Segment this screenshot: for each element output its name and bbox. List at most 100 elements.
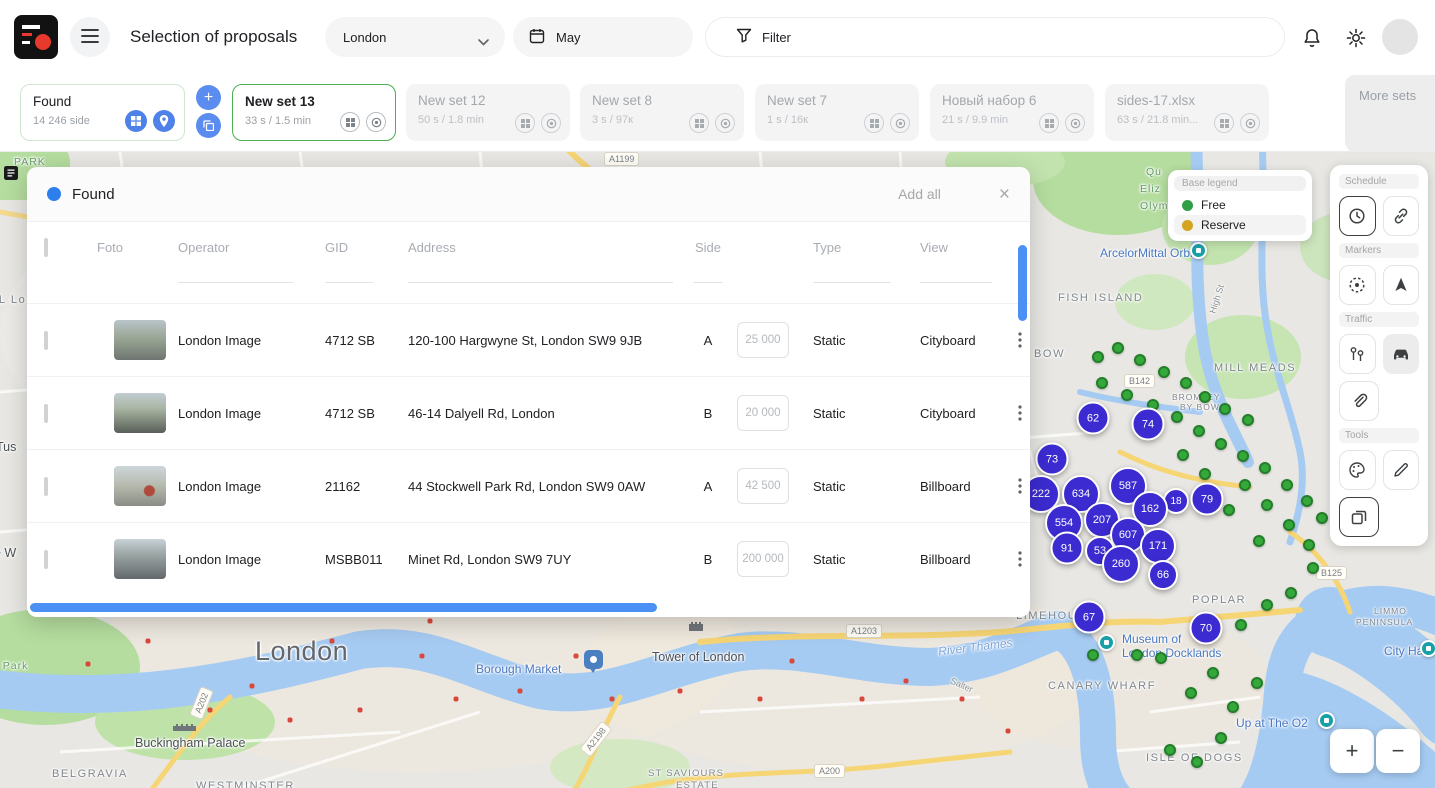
close-icon[interactable]: × (999, 185, 1010, 204)
avatar[interactable] (1382, 19, 1418, 55)
free-side-marker[interactable] (1301, 495, 1313, 507)
borough-market-icon[interactable] (584, 650, 603, 669)
cell-price[interactable]: 200 000 (737, 541, 789, 577)
city-select[interactable]: London (325, 17, 505, 57)
free-side-marker[interactable] (1134, 354, 1146, 366)
set-target-icon[interactable] (541, 113, 561, 133)
free-side-marker[interactable] (1251, 677, 1263, 689)
free-side-marker[interactable] (1237, 450, 1249, 462)
select-all-checkbox[interactable] (44, 238, 48, 257)
app-logo[interactable] (14, 15, 58, 59)
city-hall-icon[interactable] (1420, 640, 1435, 657)
traffic-light-button[interactable] (1339, 334, 1376, 374)
zoom-in-button[interactable]: + (1330, 729, 1374, 773)
map-annotation-icon[interactable] (4, 166, 18, 185)
paperclip-button[interactable] (1339, 381, 1379, 421)
palette-button[interactable] (1339, 450, 1376, 490)
filter-underline[interactable] (325, 282, 373, 283)
free-side-marker[interactable] (1199, 468, 1211, 480)
free-side-marker[interactable] (1261, 499, 1273, 511)
table-row[interactable]: London Image 4712 SB 46-14 Dalyell Rd, L… (27, 376, 1030, 449)
set-card-sides-17[interactable]: sides-17.xlsx 63 s / 21.8 min... (1105, 84, 1269, 141)
free-side-marker[interactable] (1131, 649, 1143, 661)
row-menu-icon[interactable] (1010, 478, 1030, 494)
cell-price[interactable]: 42 500 (737, 468, 789, 504)
free-side-marker[interactable] (1112, 342, 1124, 354)
filter-underline[interactable] (920, 282, 992, 283)
free-side-marker[interactable] (1227, 701, 1239, 713)
cluster-marker[interactable]: 74 (1132, 408, 1165, 441)
free-side-marker[interactable] (1207, 667, 1219, 679)
row-menu-icon[interactable] (1010, 551, 1030, 567)
measure-button[interactable] (1383, 450, 1420, 490)
vertical-scrollbar[interactable] (1018, 245, 1027, 321)
free-side-marker[interactable] (1155, 652, 1167, 664)
set-target-icon[interactable] (1065, 113, 1085, 133)
column-address[interactable]: Address (408, 240, 456, 255)
set-card-new-set-12[interactable]: New set 12 50 s / 1.8 min (406, 84, 570, 141)
table-row[interactable]: London Image MSBB011 Minet Rd, London SW… (27, 522, 1030, 595)
set-table-ic[interactable] (1214, 113, 1234, 133)
set-card-new-set-8[interactable]: New set 8 3 s / 97к (580, 84, 744, 141)
legend-item-free[interactable]: Free (1174, 195, 1306, 215)
free-side-marker[interactable] (1261, 599, 1273, 611)
set-target-icon[interactable] (715, 113, 735, 133)
set-table-icon[interactable] (515, 113, 535, 133)
row-checkbox[interactable] (44, 404, 48, 423)
free-side-marker[interactable] (1193, 425, 1205, 437)
row-menu-icon[interactable] (1010, 405, 1030, 421)
duplicate-set-button[interactable] (196, 113, 221, 138)
found-pin-icon[interactable] (153, 110, 175, 132)
car-button[interactable] (1383, 334, 1420, 374)
cluster-marker[interactable]: 70 (1190, 612, 1223, 645)
free-side-marker[interactable] (1307, 562, 1319, 574)
set-table-icon[interactable] (340, 112, 360, 132)
cluster-marker[interactable]: 66 (1148, 560, 1178, 590)
free-side-marker[interactable] (1219, 403, 1231, 415)
navigate-button[interactable] (1383, 265, 1420, 305)
free-side-marker[interactable] (1164, 744, 1176, 756)
cluster-marker[interactable]: 67 (1073, 601, 1106, 634)
set-card-novyi-nabor-6[interactable]: Новый набор 6 21 s / 9.9 min (930, 84, 1094, 141)
free-side-marker[interactable] (1177, 449, 1189, 461)
set-table-icon[interactable] (689, 113, 709, 133)
cell-price[interactable]: 20 000 (737, 395, 789, 431)
horizontal-scrollbar[interactable] (30, 603, 657, 612)
free-side-marker[interactable] (1283, 519, 1295, 531)
column-side[interactable]: Side (695, 240, 721, 255)
row-menu-icon[interactable] (1010, 332, 1030, 348)
free-side-marker[interactable] (1171, 411, 1183, 423)
free-side-marker[interactable] (1215, 732, 1227, 744)
buckingham-palace-icon[interactable] (172, 718, 198, 736)
set-target-icon[interactable] (890, 113, 910, 133)
notifications-button[interactable] (1300, 26, 1324, 50)
filter-underline[interactable] (813, 282, 891, 283)
more-sets-button[interactable]: More sets (1345, 75, 1435, 152)
column-type[interactable]: Type (813, 240, 841, 255)
free-side-marker[interactable] (1087, 649, 1099, 661)
zoom-out-button[interactable]: − (1376, 729, 1420, 773)
cluster-marker[interactable]: 73 (1036, 443, 1069, 476)
legend-item-reserve[interactable]: Reserve (1174, 215, 1306, 235)
set-target-icon[interactable] (366, 112, 386, 132)
menu-button[interactable] (70, 17, 110, 57)
month-select[interactable]: May (513, 17, 693, 57)
free-side-marker[interactable] (1316, 512, 1328, 524)
free-side-marker[interactable] (1253, 535, 1265, 547)
cell-price[interactable]: 25 000 (737, 322, 789, 358)
column-view[interactable]: View (920, 240, 948, 255)
filter-underline[interactable] (693, 282, 723, 283)
filter-underline[interactable] (178, 282, 293, 283)
tower-of-london-icon[interactable] (688, 618, 704, 636)
cluster-marker[interactable]: 91 (1051, 532, 1084, 565)
free-side-marker[interactable] (1285, 587, 1297, 599)
free-side-marker[interactable] (1121, 389, 1133, 401)
cluster-marker[interactable]: 62 (1077, 402, 1110, 435)
map-area[interactable]: London PARK SL Lo Tus e W e Park BELGRAV… (0, 152, 1435, 788)
row-checkbox[interactable] (44, 550, 48, 569)
free-side-marker[interactable] (1303, 539, 1315, 551)
museum-icon[interactable] (1098, 634, 1115, 651)
column-operator[interactable]: Operator (178, 240, 229, 255)
found-card[interactable]: Found 14 246 side (20, 84, 185, 141)
orbit-icon[interactable] (1190, 242, 1207, 259)
